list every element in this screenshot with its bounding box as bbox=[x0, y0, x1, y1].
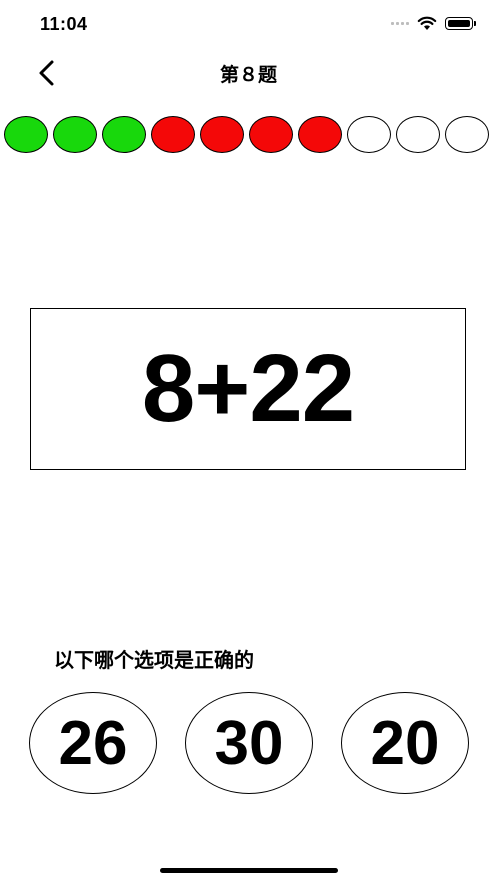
progress-dot-correct bbox=[102, 116, 146, 153]
question-prompt: 以下哪个选项是正确的 bbox=[54, 650, 254, 672]
question-card: 8+22 bbox=[30, 308, 466, 470]
progress-indicator bbox=[4, 116, 494, 154]
progress-dot-pending bbox=[445, 116, 489, 153]
answer-option-2[interactable]: 30 bbox=[185, 692, 313, 794]
progress-dot-wrong bbox=[151, 116, 195, 153]
nav-bar: 第８题 bbox=[0, 50, 497, 94]
progress-dot-correct bbox=[4, 116, 48, 153]
answer-option-label: 30 bbox=[214, 708, 284, 778]
progress-dot-wrong bbox=[298, 116, 342, 153]
answer-option-1[interactable]: 26 bbox=[29, 692, 157, 794]
answer-option-3[interactable]: 20 bbox=[341, 692, 469, 794]
cellular-signal-icon bbox=[391, 22, 409, 25]
progress-dot-pending bbox=[396, 116, 440, 153]
status-icons bbox=[391, 16, 476, 31]
progress-dot-correct bbox=[53, 116, 97, 153]
question-expression: 8+22 bbox=[141, 335, 355, 442]
progress-dot-wrong bbox=[249, 116, 293, 153]
answer-option-label: 20 bbox=[370, 708, 440, 778]
answer-option-label: 26 bbox=[58, 708, 128, 778]
page-title: 第８题 bbox=[219, 65, 277, 86]
status-time: 11:04 bbox=[40, 14, 88, 34]
progress-dot-pending bbox=[347, 116, 391, 153]
home-indicator bbox=[160, 868, 338, 873]
wifi-icon bbox=[417, 16, 437, 30]
status-bar: 11:04 bbox=[0, 0, 497, 50]
progress-dot-wrong bbox=[200, 116, 244, 153]
battery-icon bbox=[445, 17, 476, 30]
